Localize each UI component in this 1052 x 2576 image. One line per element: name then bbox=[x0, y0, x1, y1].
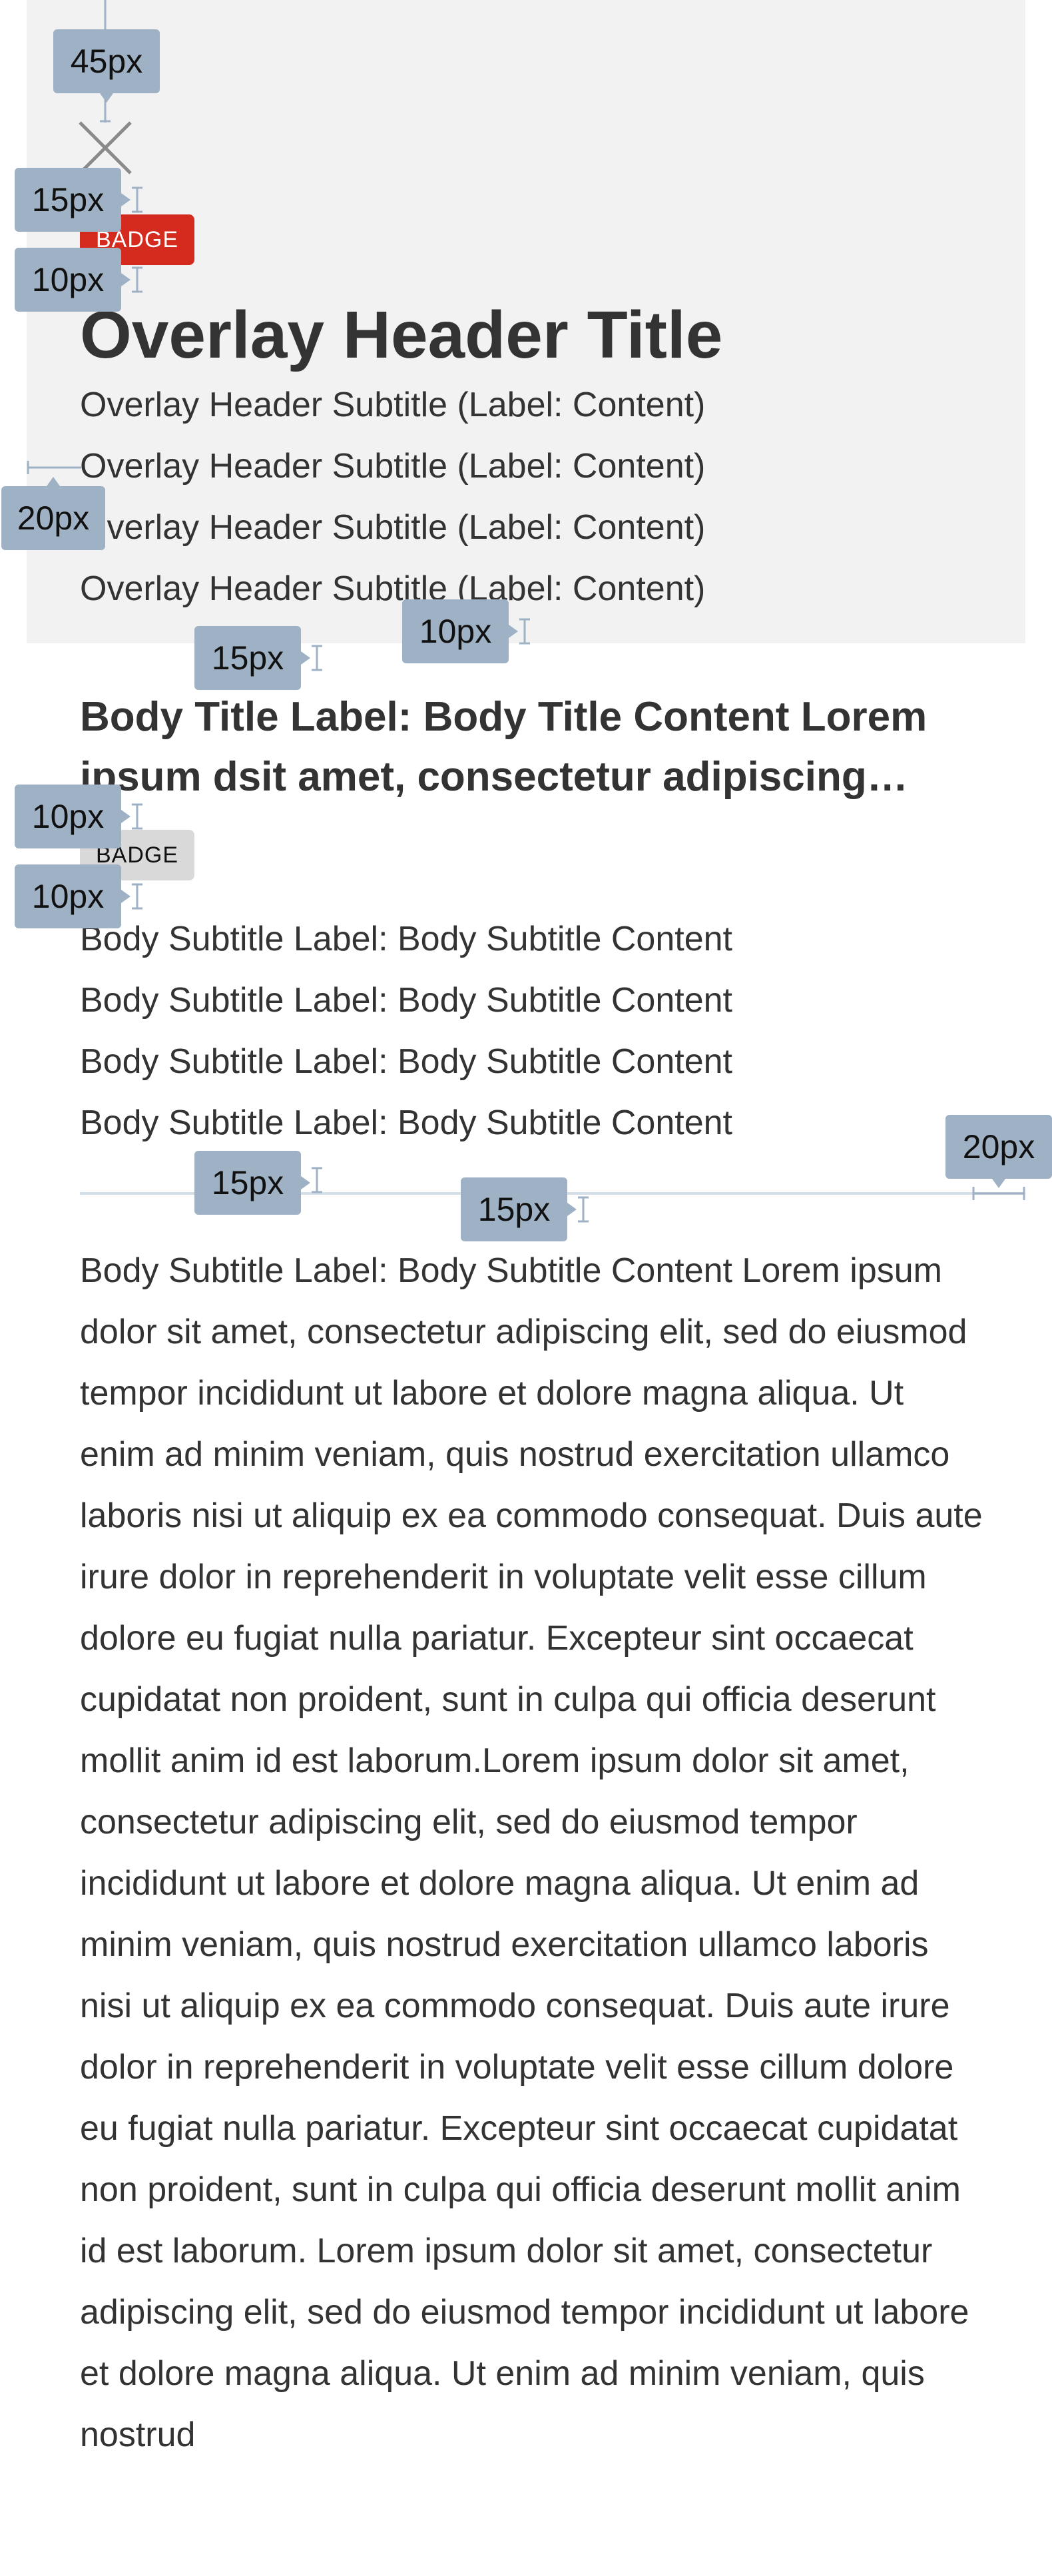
left-margin-marker bbox=[27, 461, 81, 474]
spacing-marker bbox=[132, 803, 142, 830]
body-subtitle: Body Subtitle Label: Body Subtitle Conte… bbox=[80, 1104, 732, 1142]
measure-tag-top: 45px bbox=[53, 29, 160, 103]
spacing-marker bbox=[519, 618, 530, 645]
body-subtitle: Body Subtitle Label: Body Subtitle Conte… bbox=[80, 1042, 732, 1081]
measure-tag-divider-paragraph: 15px bbox=[461, 1177, 577, 1241]
spacing-marker bbox=[132, 186, 142, 213]
body-paragraph: Body Subtitle Label: Body Subtitle Conte… bbox=[80, 1251, 983, 2454]
spacing-marker bbox=[312, 645, 322, 671]
overlay-header-subtitle: Overlay Header Subtitle (Label: Content) bbox=[80, 569, 706, 608]
overlay-header-subtitle: Overlay Header Subtitle (Label: Content) bbox=[80, 508, 706, 547]
measure-tag-subtitle-gap: 10px bbox=[402, 599, 518, 663]
body-title: Body Title Label: Body Title Content Lor… bbox=[80, 694, 927, 800]
measure-tag-subtitles-divider: 15px bbox=[194, 1151, 310, 1215]
measure-tag-right-margin: 20px bbox=[945, 1115, 1052, 1188]
measure-tag-left-margin: 20px bbox=[1, 477, 105, 550]
measure-tag-badge-title: 10px bbox=[15, 248, 131, 312]
spacing-marker bbox=[132, 883, 142, 910]
body-subtitle: Body Subtitle Label: Body Subtitle Conte… bbox=[80, 981, 732, 1020]
spacing-marker bbox=[578, 1196, 589, 1223]
measure-tag-close-badge: 15px bbox=[15, 168, 131, 232]
body-subtitle: Body Subtitle Label: Body Subtitle Conte… bbox=[80, 920, 732, 958]
measure-tag-header-body: 15px bbox=[194, 626, 310, 690]
measure-tag-title-badge: 10px bbox=[15, 785, 131, 848]
overlay-header-subtitle: Overlay Header Subtitle (Label: Content) bbox=[80, 447, 706, 485]
overlay-header-subtitle: Overlay Header Subtitle (Label: Content) bbox=[80, 386, 706, 424]
measure-tag-badge-subtitles: 10px bbox=[15, 864, 131, 928]
spacing-marker bbox=[132, 266, 142, 293]
spacing-marker bbox=[312, 1167, 322, 1193]
overlay-header-title: Overlay Header Title bbox=[80, 298, 723, 372]
